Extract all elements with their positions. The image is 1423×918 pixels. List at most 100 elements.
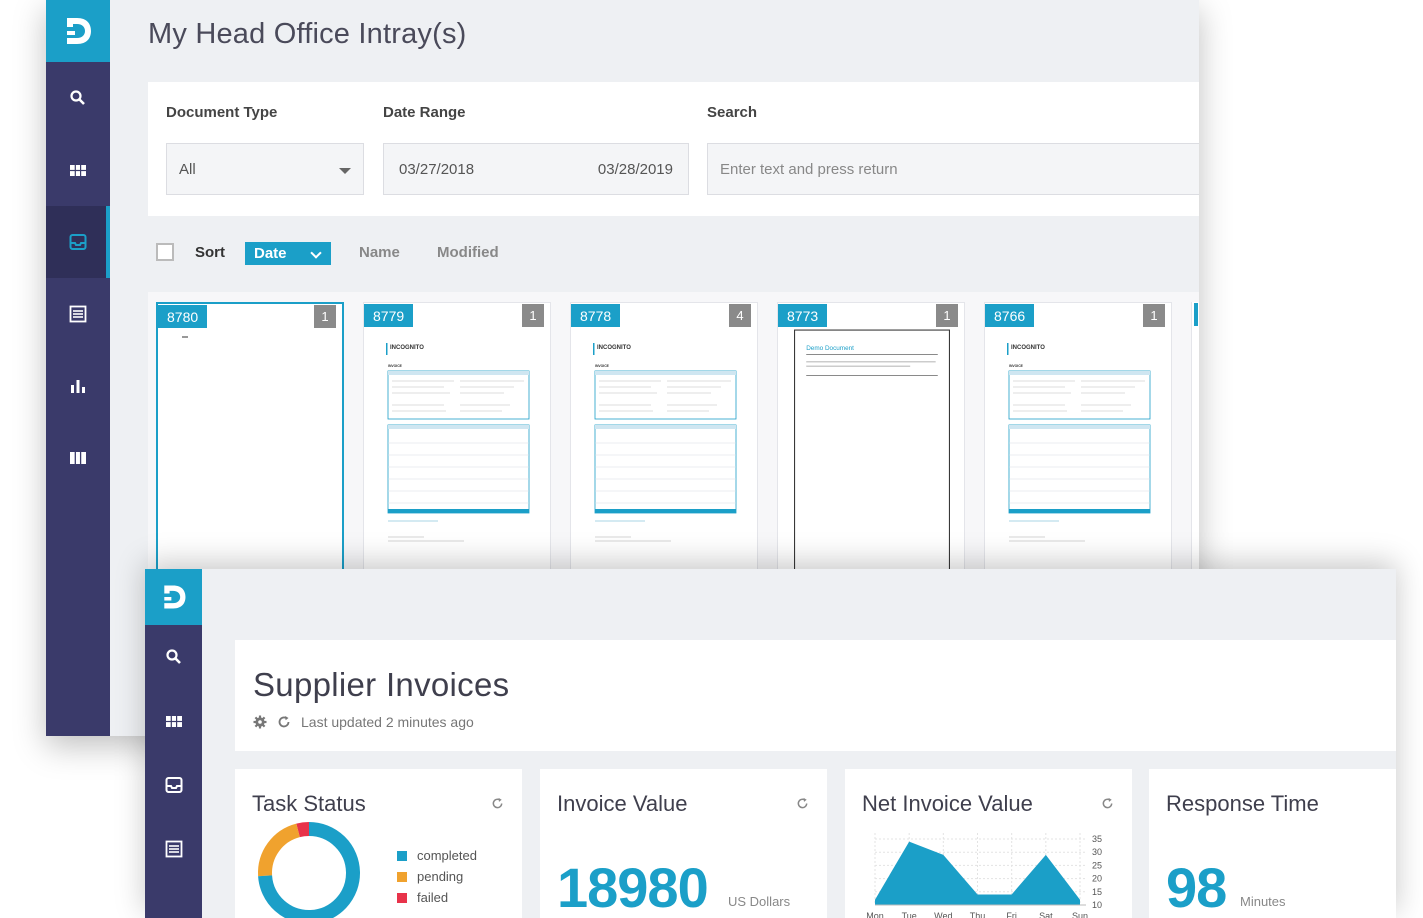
legend-item: failed <box>397 887 477 908</box>
nav-list[interactable] <box>46 278 110 350</box>
document-id: 8766 <box>985 304 1035 327</box>
inbox-icon <box>69 234 87 250</box>
document-type-label: Document Type <box>166 104 278 121</box>
gear-icon[interactable] <box>253 715 267 729</box>
dashboard-window: Supplier Invoices Last updated 2 minutes… <box>145 569 1396 918</box>
x-tick-label: Wed <box>934 911 952 918</box>
nav-search[interactable] <box>145 625 202 689</box>
document-thumbnail: INCOGNITO INVOICE <box>386 343 530 542</box>
invoice-brand: INCOGNITO <box>597 345 631 351</box>
task-status-donut-chart <box>258 822 360 918</box>
date-from[interactable]: 03/27/2018 <box>399 161 474 178</box>
invoice-value-widget: Invoice Value 18980 US Dollars <box>540 769 827 918</box>
document-id: 8779 <box>364 304 414 327</box>
y-tick-label: 35 <box>1092 834 1102 844</box>
sort-name-option[interactable]: Name <box>359 244 400 261</box>
sidebar <box>46 0 110 736</box>
document-type-select[interactable]: All <box>166 143 364 195</box>
legend-label: completed <box>417 848 477 863</box>
bar-chart-icon <box>71 380 85 393</box>
chevron-down-icon <box>310 247 322 259</box>
legend-item: pending <box>397 866 477 887</box>
nav-reports[interactable] <box>46 350 110 422</box>
x-tick-label: Fri <box>1006 911 1017 918</box>
page-count-badge: 1 <box>1143 304 1165 327</box>
page-count-badge: 1 <box>522 304 544 327</box>
refresh-icon[interactable] <box>277 715 291 729</box>
sidebar <box>145 569 202 918</box>
invoice-brand: INCOGNITO <box>1011 345 1045 351</box>
task-status-widget: Task Status completed pending failed <box>235 769 522 918</box>
dashboard-header: Supplier Invoices Last updated 2 minutes… <box>235 640 1396 751</box>
page-count-badge: 4 <box>729 304 751 327</box>
widget-title: Response Time <box>1166 791 1319 816</box>
y-tick-label: 10 <box>1092 900 1102 910</box>
document-card[interactable]: 8773 1 Demo Document <box>777 302 965 573</box>
app-logo[interactable] <box>46 0 110 62</box>
nav-grid[interactable] <box>145 689 202 753</box>
sort-date-button[interactable]: Date <box>245 242 331 265</box>
response-time-number: 98 <box>1166 856 1227 918</box>
date-to[interactable]: 03/28/2019 <box>598 161 673 178</box>
document-card[interactable]: 8766 1 INCOGNITO INVOICE <box>984 302 1172 572</box>
dashboard-meta: Last updated 2 minutes ago <box>253 714 474 730</box>
invoice-brand: INCOGNITO <box>390 345 424 351</box>
refresh-icon[interactable] <box>796 797 809 810</box>
document-id: 8780 <box>158 305 208 328</box>
nav-inbox[interactable] <box>46 206 110 278</box>
y-tick-label: 20 <box>1092 874 1102 884</box>
list-icon <box>69 305 87 323</box>
page-title: My Head Office Intray(s) <box>148 18 467 50</box>
document-thumbnail <box>182 336 188 338</box>
invoice-heading: INVOICE <box>388 364 403 368</box>
filter-panel: Document Type All Date Range 03/27/2018 … <box>148 82 1199 216</box>
nav-list[interactable] <box>145 817 202 881</box>
dashboard-title: Supplier Invoices <box>253 666 510 703</box>
legend-swatch <box>397 871 407 882</box>
x-tick-label: Thu <box>970 911 986 918</box>
response-time-widget: Response Time 98 Minutes <box>1149 769 1396 918</box>
nav-search[interactable] <box>46 62 110 134</box>
response-time-unit: Minutes <box>1240 894 1286 909</box>
legend-item: completed <box>397 845 477 866</box>
invoice-heading: INVOICE <box>595 364 610 368</box>
sort-label: Sort <box>195 244 225 261</box>
logo-icon <box>67 18 91 44</box>
widget-title: Task Status <box>252 791 366 816</box>
list-icon <box>165 840 182 858</box>
nav-columns[interactable] <box>46 422 110 494</box>
app-logo[interactable] <box>145 569 202 625</box>
demo-document-title: Demo Document <box>806 345 854 352</box>
y-tick-label: 25 <box>1092 860 1102 870</box>
y-tick-label: 30 <box>1092 847 1102 857</box>
x-tick-label: Sun <box>1072 911 1088 918</box>
y-tick-label: 15 <box>1092 887 1102 897</box>
sort-date-label: Date <box>254 245 287 262</box>
document-id: 8773 <box>778 304 828 327</box>
document-card[interactable]: 8778 4 INCOGNITO INVOICE <box>570 302 758 572</box>
date-range-label: Date Range <box>383 104 466 121</box>
inbox-icon <box>165 777 182 793</box>
refresh-icon[interactable] <box>1101 797 1114 810</box>
document-thumbnail: INCOGNITO INVOICE <box>1007 343 1151 542</box>
page-count-badge: 1 <box>936 304 958 327</box>
grid-icon <box>165 716 182 727</box>
nav-grid[interactable] <box>46 134 110 206</box>
document-card[interactable]: 8779 1 INCOGNITO INVOICE <box>363 302 551 572</box>
search-label: Search <box>707 104 758 121</box>
document-thumbnail: INCOGNITO INVOICE <box>593 343 737 542</box>
document-card[interactable]: 8780 1 <box>156 302 344 572</box>
select-all-checkbox[interactable] <box>156 243 174 261</box>
grid-icon <box>70 165 86 176</box>
nav-inbox[interactable] <box>145 753 202 817</box>
date-range-field[interactable]: 03/27/2018 03/28/2019 <box>383 143 689 195</box>
chart-legend: completed pending failed <box>397 845 477 908</box>
document-id-partial <box>1194 303 1198 326</box>
x-tick-label: Tue <box>902 911 917 918</box>
document-card-partial[interactable] <box>1191 302 1199 572</box>
donut-slice-pending <box>258 823 301 877</box>
sort-modified-option[interactable]: Modified <box>437 244 499 261</box>
donut-slice-failed <box>296 822 310 838</box>
search-input[interactable]: Enter text and press return <box>707 143 1199 195</box>
refresh-icon[interactable] <box>491 797 504 810</box>
